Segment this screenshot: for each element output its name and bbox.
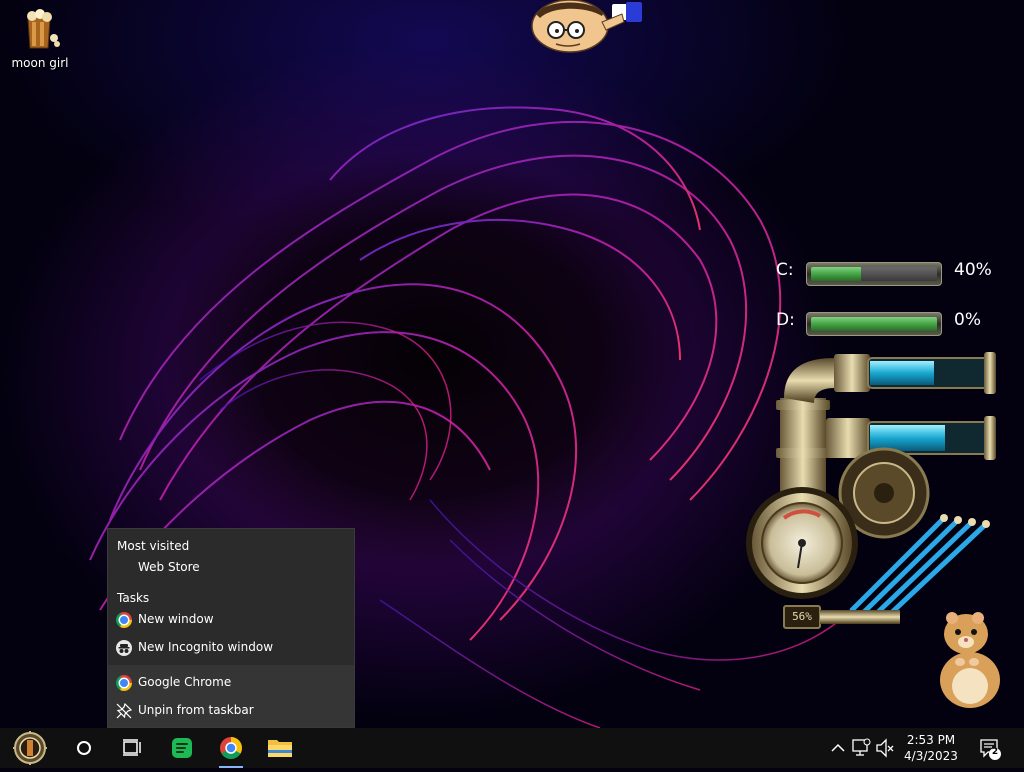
action-center-button[interactable]: 2	[976, 728, 1004, 768]
hamster-image	[930, 600, 1010, 710]
jumplist-item-new-incognito-window[interactable]: New Incognito window	[108, 635, 354, 661]
notification-icon	[980, 739, 1001, 760]
gauge-bar1-fill	[870, 361, 934, 385]
gauge-readout: 56%	[792, 610, 812, 623]
chrome-icon	[220, 737, 242, 759]
clock-time: 2:53 PM	[906, 733, 956, 747]
jumplist-item-label: Unpin from taskbar	[138, 703, 254, 717]
task-view-button[interactable]	[112, 728, 152, 768]
drive-label: D:	[776, 310, 795, 330]
chrome-icon	[116, 675, 132, 691]
incognito-icon	[116, 640, 132, 656]
taskbar-app-file-explorer[interactable]	[258, 728, 302, 768]
taskbar-app-chrome[interactable]	[209, 728, 253, 768]
gauge-bar2-fill	[870, 425, 945, 451]
drive-percent: 0%	[954, 310, 981, 330]
jumplist-item-unpin[interactable]: Unpin from taskbar	[108, 698, 354, 724]
unpin-icon	[116, 702, 133, 719]
notification-count-badge: 2	[991, 747, 999, 757]
jumplist-item-label: New window	[138, 612, 214, 626]
jumplist-item-label: Web Store	[138, 560, 200, 574]
jumplist-item-web-store[interactable]: Web Store	[108, 555, 354, 581]
popcorn-box-icon	[20, 8, 60, 50]
volume-button[interactable]	[874, 728, 896, 768]
drive-usage-fill	[811, 267, 862, 281]
cartoon-face-image	[526, 0, 646, 60]
steampunk-start-icon	[13, 731, 47, 765]
volume-muted-icon	[876, 738, 894, 758]
drive-usage-bar	[806, 312, 942, 336]
chrome-icon	[116, 612, 132, 628]
jumplist-item-new-window[interactable]: New window	[108, 607, 354, 633]
most-visited-header: Most visited	[117, 539, 190, 553]
clock-date: 4/3/2023	[904, 749, 958, 763]
drive-percent: 40%	[954, 260, 992, 280]
chevron-up-icon	[831, 743, 845, 752]
jumplist-item-label: New Incognito window	[138, 640, 274, 654]
show-hidden-icons-button[interactable]	[828, 728, 848, 768]
taskbar: 2:53 PM 4/3/2023 2	[0, 728, 1024, 768]
desktop-icon-moon-girl[interactable]: moon girl	[8, 8, 72, 70]
drive-meter-d: D: 0%	[776, 308, 1016, 336]
clock[interactable]: 2:53 PM 4/3/2023	[900, 732, 962, 764]
drive-meter-c: C: 40%	[776, 258, 1016, 286]
tasks-header: Tasks	[117, 591, 150, 605]
cortana-circle-icon	[77, 741, 91, 755]
desktop: moon girl C: 40% D: 0% 56% Most visited …	[0, 0, 1024, 728]
steampunk-gauge-widget: 56%	[744, 348, 1004, 638]
drive-label: C:	[776, 260, 794, 280]
start-button[interactable]	[8, 728, 56, 768]
taskbar-app-spotify[interactable]	[160, 728, 204, 768]
folder-icon	[268, 740, 292, 757]
jumplist-item-google-chrome[interactable]: Google Chrome	[108, 670, 354, 696]
search-button[interactable]	[64, 728, 104, 768]
task-view-icon	[123, 739, 141, 756]
jumplist-item-label: Google Chrome	[138, 675, 232, 689]
chrome-jump-list: Most visited Web Store Tasks New window …	[107, 528, 355, 728]
drive-usage-bar	[806, 262, 942, 286]
spotify-icon	[172, 738, 192, 758]
network-icon	[852, 738, 871, 756]
desktop-icon-label: moon girl	[11, 56, 69, 70]
network-button[interactable]	[850, 728, 872, 768]
